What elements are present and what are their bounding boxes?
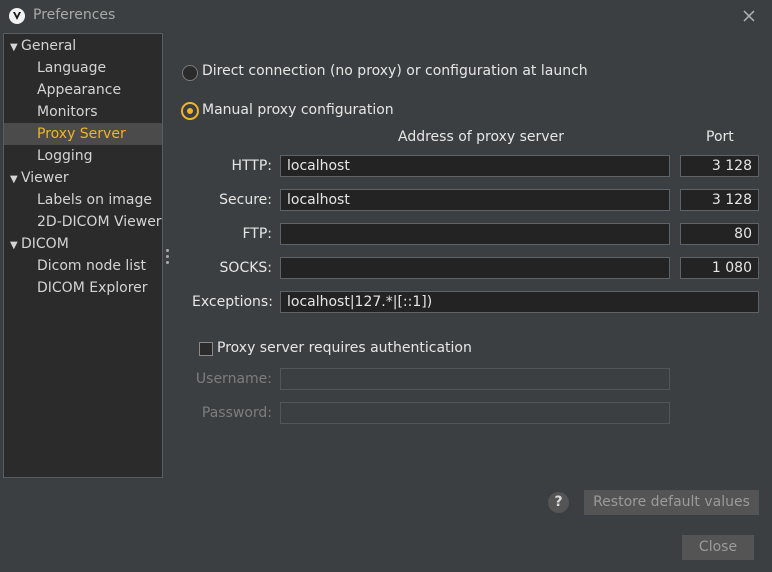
- restore-defaults-button[interactable]: Restore default values: [584, 490, 759, 515]
- http-host-input[interactable]: [280, 155, 670, 177]
- manual-proxy-radio[interactable]: [181, 102, 199, 120]
- tree-item-monitors[interactable]: Monitors: [4, 101, 162, 123]
- preferences-tree: ▼ General Language Appearance Monitors Pr…: [3, 33, 163, 478]
- ftp-host-input[interactable]: [280, 223, 670, 245]
- direct-connection-radio[interactable]: [182, 65, 198, 81]
- title-bar: Preferences: [0, 0, 772, 32]
- tree-item-dicom-node-list[interactable]: Dicom node list: [4, 255, 162, 277]
- tree-item-labels-on-image[interactable]: Labels on image: [4, 189, 162, 211]
- tree-category-viewer[interactable]: ▼ Viewer: [4, 167, 162, 189]
- viewer-logo-icon: [9, 8, 25, 24]
- expand-arrow-icon: ▼: [10, 240, 18, 251]
- auth-required-checkbox[interactable]: [199, 342, 213, 356]
- secure-host-input[interactable]: [280, 189, 670, 211]
- window-title: Preferences: [33, 7, 116, 23]
- close-button[interactable]: Close: [682, 535, 754, 560]
- secure-label: Secure:: [219, 192, 272, 208]
- password-label: Password:: [201, 405, 272, 421]
- socks-port-input[interactable]: [680, 257, 759, 279]
- tree-item-logging[interactable]: Logging: [4, 145, 162, 167]
- expand-arrow-icon: ▼: [10, 174, 18, 185]
- socks-host-input[interactable]: [280, 257, 670, 279]
- tree-item-dicom-explorer[interactable]: DICOM Explorer: [4, 277, 162, 299]
- exceptions-input[interactable]: [280, 291, 759, 313]
- socks-label: SOCKS:: [219, 260, 272, 276]
- tree-item-2d-dicom-viewer[interactable]: 2D-DICOM Viewer: [4, 211, 162, 233]
- tree-item-appearance[interactable]: Appearance: [4, 79, 162, 101]
- tree-item-language[interactable]: Language: [4, 57, 162, 79]
- password-input[interactable]: [280, 402, 670, 424]
- http-label: HTTP:: [231, 158, 272, 174]
- splitter-handle[interactable]: [166, 249, 170, 265]
- manual-proxy-label[interactable]: Manual proxy configuration: [202, 102, 394, 118]
- username-input[interactable]: [280, 368, 670, 390]
- ftp-label: FTP:: [242, 226, 272, 242]
- username-label: Username:: [195, 371, 272, 387]
- expand-arrow-icon: ▼: [10, 42, 18, 53]
- ftp-port-input[interactable]: [680, 223, 759, 245]
- http-port-input[interactable]: [680, 155, 759, 177]
- auth-required-label[interactable]: Proxy server requires authentication: [217, 340, 472, 356]
- secure-port-input[interactable]: [680, 189, 759, 211]
- tree-category-dicom[interactable]: ▼ DICOM: [4, 233, 162, 255]
- direct-connection-label[interactable]: Direct connection (no proxy) or configur…: [202, 63, 588, 79]
- address-column-header: Address of proxy server: [398, 129, 564, 145]
- port-column-header: Port: [706, 129, 734, 145]
- tree-item-proxy-server[interactable]: Proxy Server: [4, 123, 162, 145]
- close-icon[interactable]: [740, 7, 758, 25]
- tree-category-general[interactable]: ▼ General: [4, 35, 162, 57]
- exceptions-label: Exceptions:: [192, 294, 273, 310]
- help-button[interactable]: ?: [548, 492, 569, 513]
